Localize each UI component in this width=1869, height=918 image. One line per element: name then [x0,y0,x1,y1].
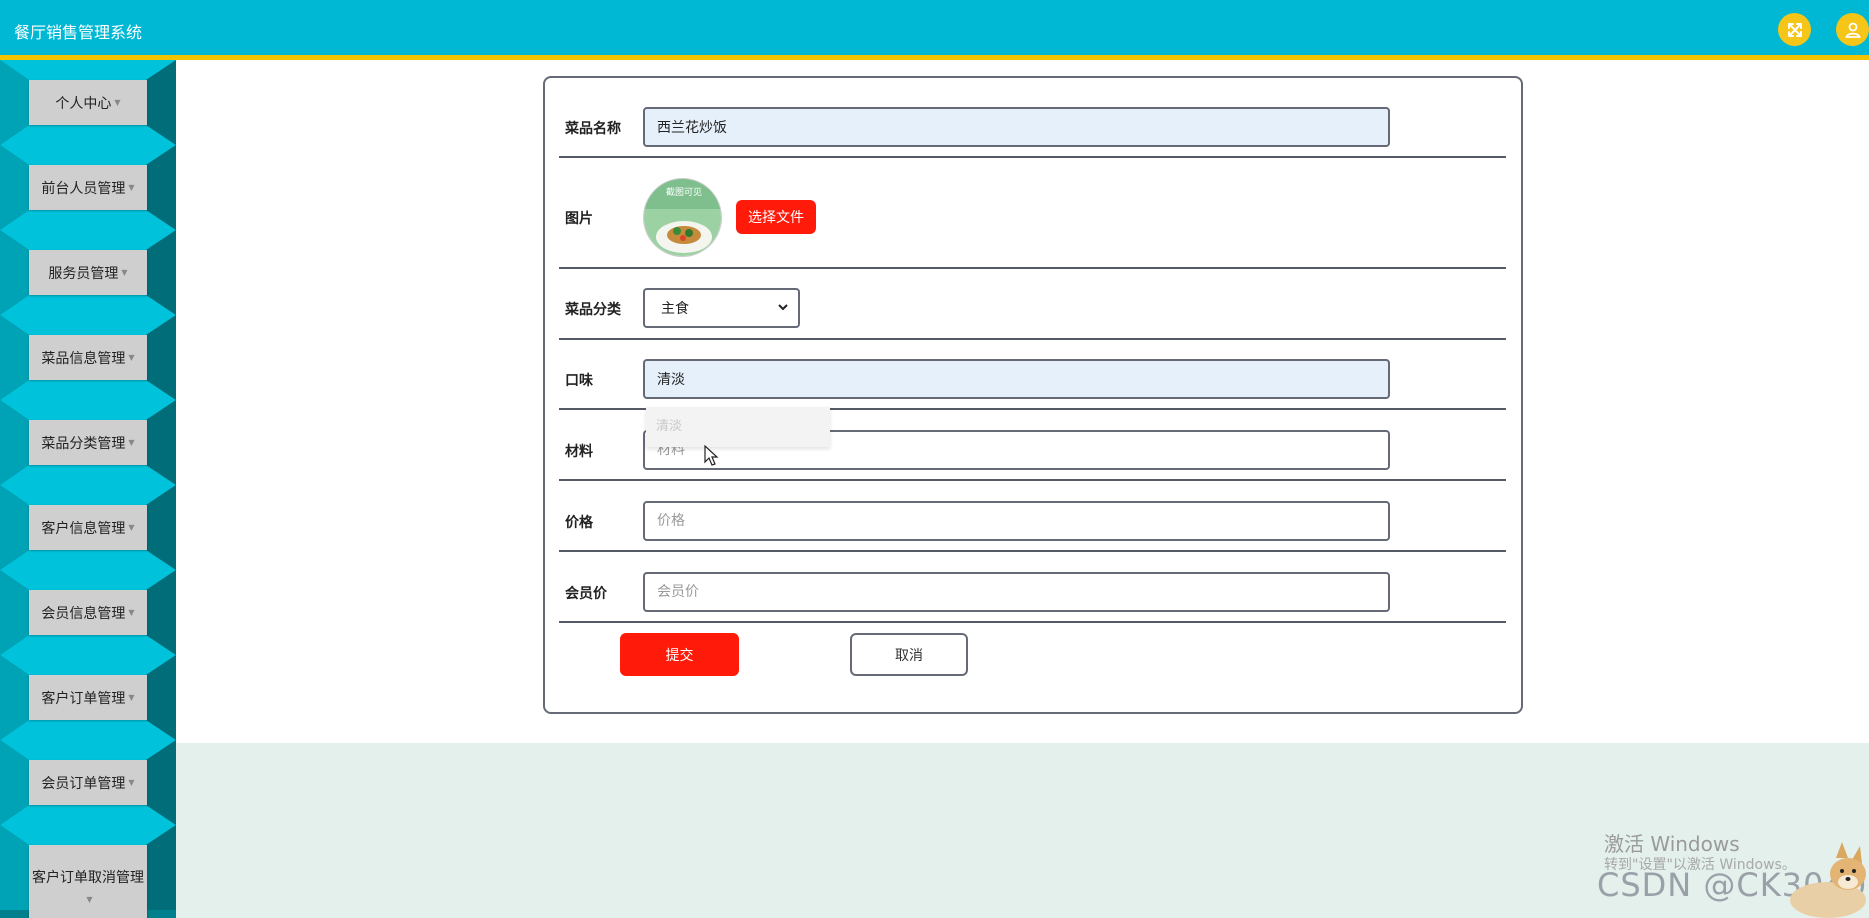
chevron-down-icon [778,304,788,311]
sidebar-item-label: 会员订单管理 ▼ [29,760,147,805]
member-price-input[interactable] [643,572,1390,612]
taste-label: 口味 [565,373,593,389]
choose-file-button[interactable]: 选择文件 [736,200,816,234]
category-select[interactable]: 主食 [643,288,800,328]
row-divider [559,479,1506,481]
sidebar-item-label: 会员信息管理 ▼ [29,590,147,635]
chevron-down-icon: ▼ [86,894,93,904]
category-selected-value: 主食 [661,301,689,317]
user-icon [1844,22,1861,38]
chevron-down-icon: ▼ [128,693,135,702]
chevron-down-icon: ▼ [128,608,135,617]
sidebar-item-label: 客户信息管理 ▼ [29,505,147,550]
material-label: 材料 [565,444,593,460]
cancel-button[interactable]: 取消 [850,633,968,676]
taste-autocomplete-dropdown: 清淡 [646,407,830,447]
user-menu-button[interactable] [1836,13,1869,46]
sidebar-item-member-info[interactable]: 会员信息管理 ▼ [0,570,176,655]
sidebar-item-label: 菜品信息管理 ▼ [29,335,147,380]
sidebar-item-member-orders[interactable]: 会员订单管理 ▼ [0,740,176,825]
dish-name-input[interactable] [643,107,1390,147]
sidebar-item-order-cancel[interactable]: 客户订单取消管理 ▼ [0,825,176,918]
sidebar-item-waiter[interactable]: 服务员管理 ▼ [0,230,176,315]
svg-text:截图可见: 截图可见 [666,186,702,198]
chevron-down-icon: ▼ [128,183,135,192]
sidebar-item-personal-center[interactable]: 个人中心 ▼ [0,60,176,145]
sidebar-item-label: 客户订单管理 ▼ [29,675,147,720]
chevron-down-icon: ▼ [121,268,128,277]
sidebar-item-customer-orders[interactable]: 客户订单管理 ▼ [0,655,176,740]
fullscreen-icon [1787,22,1802,37]
sidebar-item-label: 个人中心 ▼ [29,80,147,125]
sidebar-item-customer-info[interactable]: 客户信息管理 ▼ [0,485,176,570]
price-label: 价格 [565,515,593,531]
sidebar-item-dish-category[interactable]: 菜品分类管理 ▼ [0,400,176,485]
windows-activation-title: 激活 Windows [1604,832,1740,856]
image-label: 图片 [565,211,593,227]
app-title: 餐厅销售管理系统 [14,23,143,42]
autocomplete-suggestion[interactable]: 清淡 [656,415,682,434]
chevron-down-icon: ▼ [128,778,135,787]
sidebar-item-label: 服务员管理 ▼ [29,250,147,295]
chevron-down-icon: ▼ [128,438,135,447]
sidebar: 个人中心 ▼ 前台人员管理 ▼ 服务员管理 ▼ 菜品信息管理 ▼ 菜品分类管理 … [0,60,176,918]
category-label: 菜品分类 [565,302,621,318]
row-divider [559,156,1506,158]
sidebar-item-label: 客户订单取消管理 ▼ [29,845,147,918]
chevron-down-icon: ▼ [114,98,121,107]
row-divider [559,550,1506,552]
dish-image-thumbnail: 截图可见 [643,178,722,257]
food-image-icon: 截图可见 [644,179,721,256]
sidebar-item-label: 菜品分类管理 ▼ [29,420,147,465]
fullscreen-button[interactable] [1778,13,1811,46]
chevron-down-icon: ▼ [128,353,135,362]
row-divider [559,338,1506,340]
member-price-label: 会员价 [565,586,607,602]
chevron-down-icon: ▼ [128,523,135,532]
mouse-cursor-icon [704,445,719,466]
sidebar-item-front-staff[interactable]: 前台人员管理 ▼ [0,145,176,230]
price-input[interactable] [643,501,1390,541]
sidebar-item-label: 前台人员管理 ▼ [29,165,147,210]
dish-name-label: 菜品名称 [565,121,621,137]
taste-input[interactable] [643,359,1390,399]
sidebar-item-dish-info[interactable]: 菜品信息管理 ▼ [0,315,176,400]
dog-mascot-icon [1790,842,1866,918]
row-divider [559,621,1506,623]
row-divider [559,267,1506,269]
top-header: 餐厅销售管理系统 [0,0,1869,60]
submit-button[interactable]: 提交 [620,633,739,676]
